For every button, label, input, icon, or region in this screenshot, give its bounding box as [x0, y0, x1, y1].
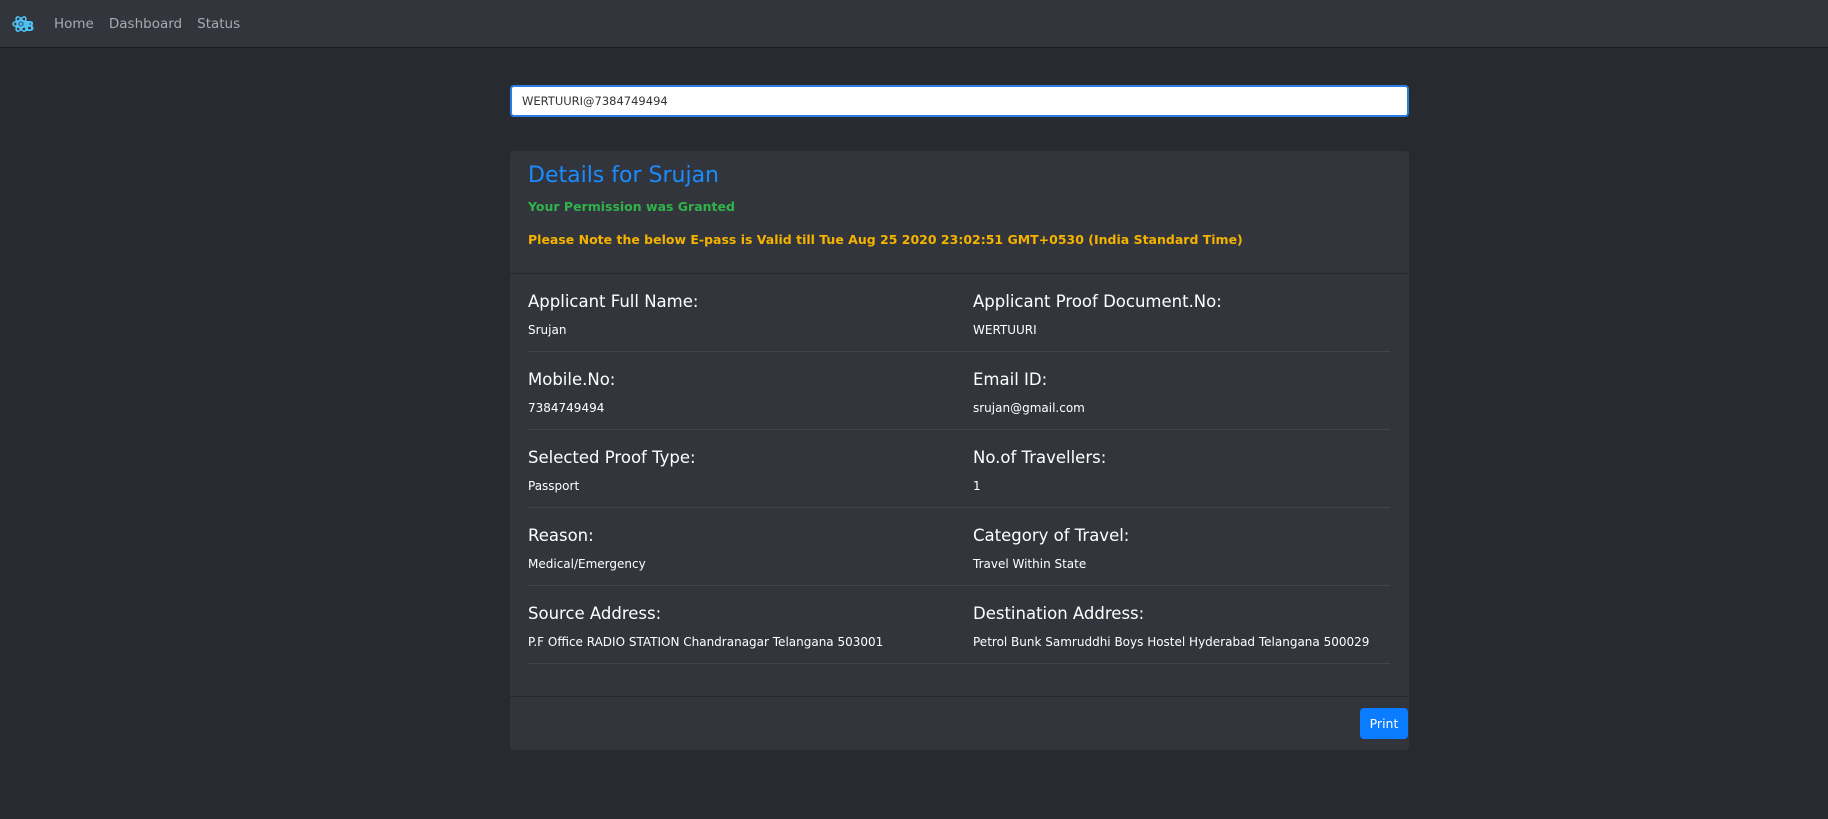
detail-row: Applicant Full Name: Srujan Applicant Pr… [528, 274, 1390, 352]
card-footer: Print [510, 696, 1409, 751]
validity-notice: Please Note the below E-pass is Valid ti… [528, 232, 1243, 247]
page-title: Details for Srujan [528, 163, 719, 188]
field-value: 7384749494 [528, 401, 605, 415]
field-label: Applicant Full Name: [528, 292, 699, 311]
field-label: Email ID: [973, 370, 1048, 389]
card-header: Details for Srujan Your Permission was G… [510, 151, 1409, 274]
detail-row: Source Address: P.F Office RADIO STATION… [528, 586, 1390, 664]
field-value: WERTUURI [973, 323, 1037, 337]
detail-row: Reason: Medical/Emergency Category of Tr… [528, 508, 1390, 586]
nav-link-status[interactable]: Status [197, 16, 240, 32]
search-container [510, 85, 1409, 117]
field-label: No.of Travellers: [973, 448, 1107, 467]
field-value: Srujan [528, 323, 567, 337]
search-input[interactable] [510, 85, 1409, 117]
svg-text:B: B [25, 20, 35, 35]
nav-link-dashboard[interactable]: Dashboard [109, 16, 182, 32]
field-label: Mobile.No: [528, 370, 616, 389]
field-label: Applicant Proof Document.No: [973, 292, 1222, 311]
field-label: Destination Address: [973, 604, 1145, 623]
field-label: Reason: [528, 526, 594, 545]
field-value: 1 [973, 479, 981, 493]
detail-row: Selected Proof Type: Passport No.of Trav… [528, 430, 1390, 508]
field-label: Selected Proof Type: [528, 448, 696, 467]
epass-details-card: Details for Srujan Your Permission was G… [510, 151, 1409, 750]
permission-status: Your Permission was Granted [528, 199, 735, 214]
field-value: Passport [528, 479, 580, 493]
print-button[interactable]: Print [1360, 708, 1408, 739]
field-value: Travel Within State [973, 557, 1087, 571]
field-value: Medical/Emergency [528, 557, 646, 571]
navbar: B Home Dashboard Status [0, 0, 1828, 47]
field-value: P.F Office RADIO STATION Chandranagar Te… [528, 635, 884, 649]
detail-row: Mobile.No: 7384749494 Email ID: srujan@g… [528, 352, 1390, 430]
field-value: Petrol Bunk Samruddhi Boys Hostel Hydera… [973, 635, 1370, 649]
nav-links: Home Dashboard Status [54, 16, 255, 32]
nav-link-home[interactable]: Home [54, 16, 94, 32]
field-label: Category of Travel: [973, 526, 1130, 545]
field-label: Source Address: [528, 604, 662, 623]
field-value: srujan@gmail.com [973, 401, 1085, 415]
react-bootstrap-logo-icon[interactable]: B [12, 12, 36, 36]
